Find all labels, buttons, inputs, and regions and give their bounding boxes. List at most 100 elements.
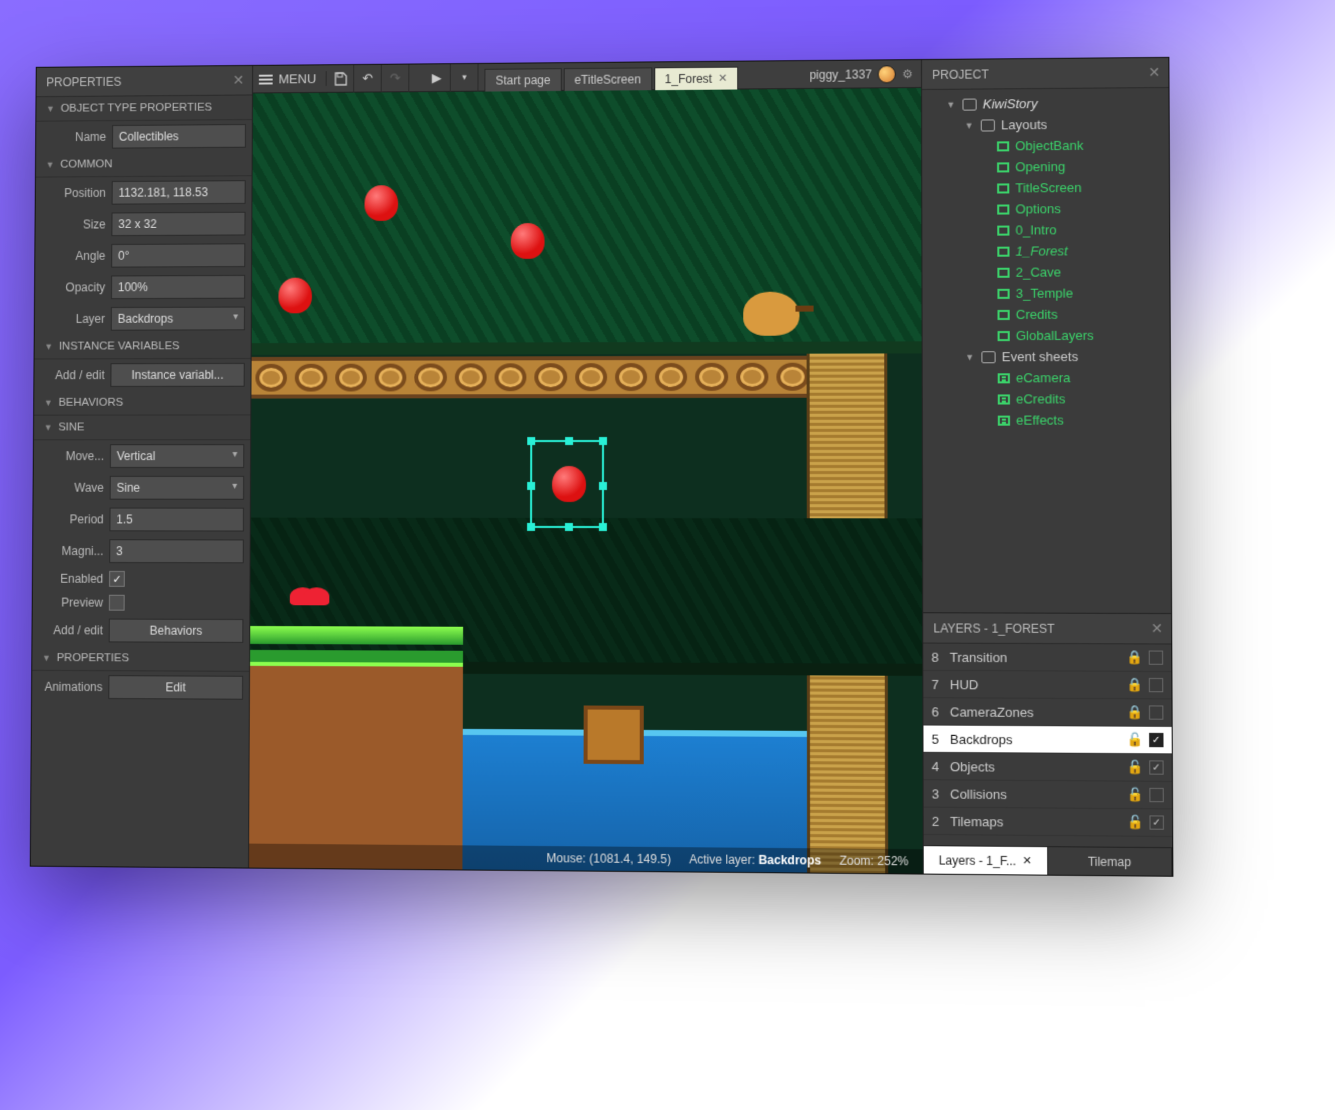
tree-layout-options[interactable]: Options	[928, 198, 1165, 220]
visibility-checkbox[interactable]: ✓	[1149, 815, 1163, 829]
label-opacity: Opacity	[45, 280, 105, 294]
layer-row-transition[interactable]: 8Transition🔒	[923, 644, 1171, 672]
sprite-beetle-selected[interactable]	[552, 466, 586, 502]
resize-handle[interactable]	[599, 482, 607, 490]
selection-box[interactable]	[530, 440, 604, 528]
lock-icon[interactable]: 🔒	[1126, 704, 1142, 720]
resize-handle[interactable]	[527, 482, 535, 490]
layer-row-hud[interactable]: 7HUD🔒	[923, 671, 1171, 700]
tree-layout-0_intro[interactable]: 0_Intro	[928, 219, 1165, 241]
layer-row-collisions[interactable]: 3Collisions🔓	[924, 780, 1172, 809]
scenery-dirt	[249, 650, 463, 870]
close-icon[interactable]: ✕	[1151, 620, 1163, 637]
section-properties2[interactable]: ▼PROPERTIES	[32, 646, 249, 672]
resize-handle[interactable]	[565, 523, 573, 531]
resize-handle[interactable]	[599, 523, 607, 531]
sprite-mushroom	[290, 587, 326, 613]
redo-icon[interactable]: ↷	[382, 64, 410, 92]
undo-icon[interactable]: ↶	[354, 64, 382, 92]
tree-root[interactable]: ▼KiwiStory	[928, 92, 1164, 115]
visibility-checkbox[interactable]: ✓	[1149, 760, 1163, 774]
layers-title-bar: LAYERS - 1_FOREST ✕	[923, 613, 1171, 644]
movement-select[interactable]: Vertical	[110, 444, 244, 468]
tree-eventsheets-folder[interactable]: ▼Event sheets	[929, 346, 1166, 368]
visibility-checkbox[interactable]	[1149, 788, 1163, 802]
angle-input[interactable]: 0°	[111, 243, 245, 267]
sprite-crate	[584, 706, 644, 765]
close-icon[interactable]: ✕	[1022, 854, 1031, 867]
tree-layout-globallayers[interactable]: GlobalLayers	[929, 325, 1166, 347]
tab-start-page[interactable]: Start page	[485, 68, 562, 91]
resize-handle[interactable]	[599, 437, 607, 445]
label-preview: Preview	[42, 596, 103, 610]
lock-icon[interactable]: 🔓	[1127, 814, 1143, 830]
label-wave: Wave	[43, 481, 104, 495]
user-area[interactable]: piggy_1337 ⚙	[801, 65, 921, 84]
close-icon[interactable]: ✕	[718, 72, 727, 85]
tree-layout-titlescreen[interactable]: TitleScreen	[928, 176, 1165, 198]
gear-icon[interactable]: ⚙	[902, 67, 913, 81]
opacity-input[interactable]: 100%	[111, 275, 245, 299]
period-input[interactable]: 1.5	[109, 508, 244, 532]
lock-icon[interactable]: 🔓	[1127, 732, 1143, 748]
visibility-checkbox[interactable]: ✓	[1149, 733, 1163, 747]
close-icon[interactable]: ✕	[233, 72, 245, 89]
instance-vars-button[interactable]: Instance variabl...	[110, 363, 244, 387]
tree-layouts-folder[interactable]: ▼Layouts	[928, 113, 1164, 136]
layers-panel: LAYERS - 1_FOREST ✕ 8Transition🔒7HUD🔒6Ca…	[923, 612, 1172, 876]
resize-handle[interactable]	[527, 437, 535, 445]
enabled-checkbox[interactable]: ✓	[109, 571, 125, 587]
bottom-tab-layers-1_f-[interactable]: Layers - 1_F...✕	[924, 846, 1048, 875]
layer-row-objects[interactable]: 4Objects🔓✓	[924, 753, 1172, 782]
tree-sheet-ecredits[interactable]: eCredits	[929, 388, 1166, 410]
tree-layout-3_temple[interactable]: 3_Temple	[929, 282, 1166, 304]
tree-sheet-eeffects[interactable]: eEffects	[929, 409, 1166, 430]
section-common[interactable]: ▼COMMON	[36, 152, 252, 178]
layout-canvas[interactable]: Mouse: (1081.4, 149.5) Active layer: Bac…	[249, 88, 923, 874]
lock-icon[interactable]: 🔓	[1127, 759, 1143, 775]
properties-panel: PROPERTIES ✕ ▼OBJECT TYPE PROPERTIES Nam…	[31, 66, 253, 868]
preview-checkbox[interactable]	[109, 595, 125, 611]
section-instance-vars[interactable]: ▼INSTANCE VARIABLES	[35, 334, 251, 359]
folder-icon	[962, 98, 976, 110]
size-input[interactable]: 32 x 32	[111, 212, 245, 236]
play-icon[interactable]: ▶	[423, 64, 451, 92]
lock-icon[interactable]: 🔓	[1127, 787, 1143, 803]
tab-1_forest[interactable]: 1_Forest✕	[654, 66, 738, 90]
position-input[interactable]: 1132.181, 118.53	[112, 180, 246, 204]
lock-icon[interactable]: 🔒	[1126, 677, 1142, 693]
status-bar: Mouse: (1081.4, 149.5) Active layer: Bac…	[249, 844, 923, 874]
play-dropdown-icon[interactable]: ▾	[451, 63, 479, 91]
behaviors-button[interactable]: Behaviors	[109, 619, 244, 643]
save-icon[interactable]	[327, 65, 355, 93]
wave-select[interactable]: Sine	[110, 476, 244, 500]
magnitude-input[interactable]: 3	[109, 539, 244, 563]
name-input[interactable]: Collectibles	[112, 124, 246, 149]
visibility-checkbox[interactable]	[1149, 705, 1163, 719]
layer-row-backdrops[interactable]: 5Backdrops🔓✓	[923, 725, 1171, 754]
tree-layout-objectbank[interactable]: ObjectBank	[928, 134, 1165, 157]
tree-layout-1_forest[interactable]: 1_Forest	[928, 240, 1165, 262]
eventsheet-icon	[998, 415, 1010, 425]
section-behaviors[interactable]: ▼BEHAVIORS	[34, 391, 250, 416]
resize-handle[interactable]	[565, 437, 573, 445]
bottom-tab-tilemap[interactable]: Tilemap	[1048, 847, 1173, 876]
resize-handle[interactable]	[527, 523, 535, 531]
section-sine[interactable]: ▼SINE	[34, 415, 250, 440]
tab-etitlescreen[interactable]: eTitleScreen	[563, 67, 652, 91]
tree-layout-2_cave[interactable]: 2_Cave	[929, 261, 1166, 283]
layer-row-camerazones[interactable]: 6CameraZones🔒	[923, 698, 1171, 727]
layer-select[interactable]: Backdrops	[111, 307, 245, 331]
menu-button[interactable]: MENU	[253, 71, 327, 86]
lock-icon[interactable]: 🔒	[1126, 649, 1142, 665]
visibility-checkbox[interactable]	[1149, 678, 1163, 692]
project-title: PROJECT	[932, 67, 989, 81]
tree-layout-credits[interactable]: Credits	[929, 303, 1166, 325]
edit-animations-button[interactable]: Edit	[108, 675, 243, 700]
tree-sheet-ecamera[interactable]: eCamera	[929, 367, 1166, 389]
close-icon[interactable]: ✕	[1148, 64, 1160, 81]
layer-row-tilemaps[interactable]: 2Tilemaps🔓✓	[924, 808, 1173, 837]
section-object-type[interactable]: ▼OBJECT TYPE PROPERTIES	[36, 95, 252, 121]
visibility-checkbox[interactable]	[1149, 651, 1163, 665]
tree-layout-opening[interactable]: Opening	[928, 155, 1165, 178]
